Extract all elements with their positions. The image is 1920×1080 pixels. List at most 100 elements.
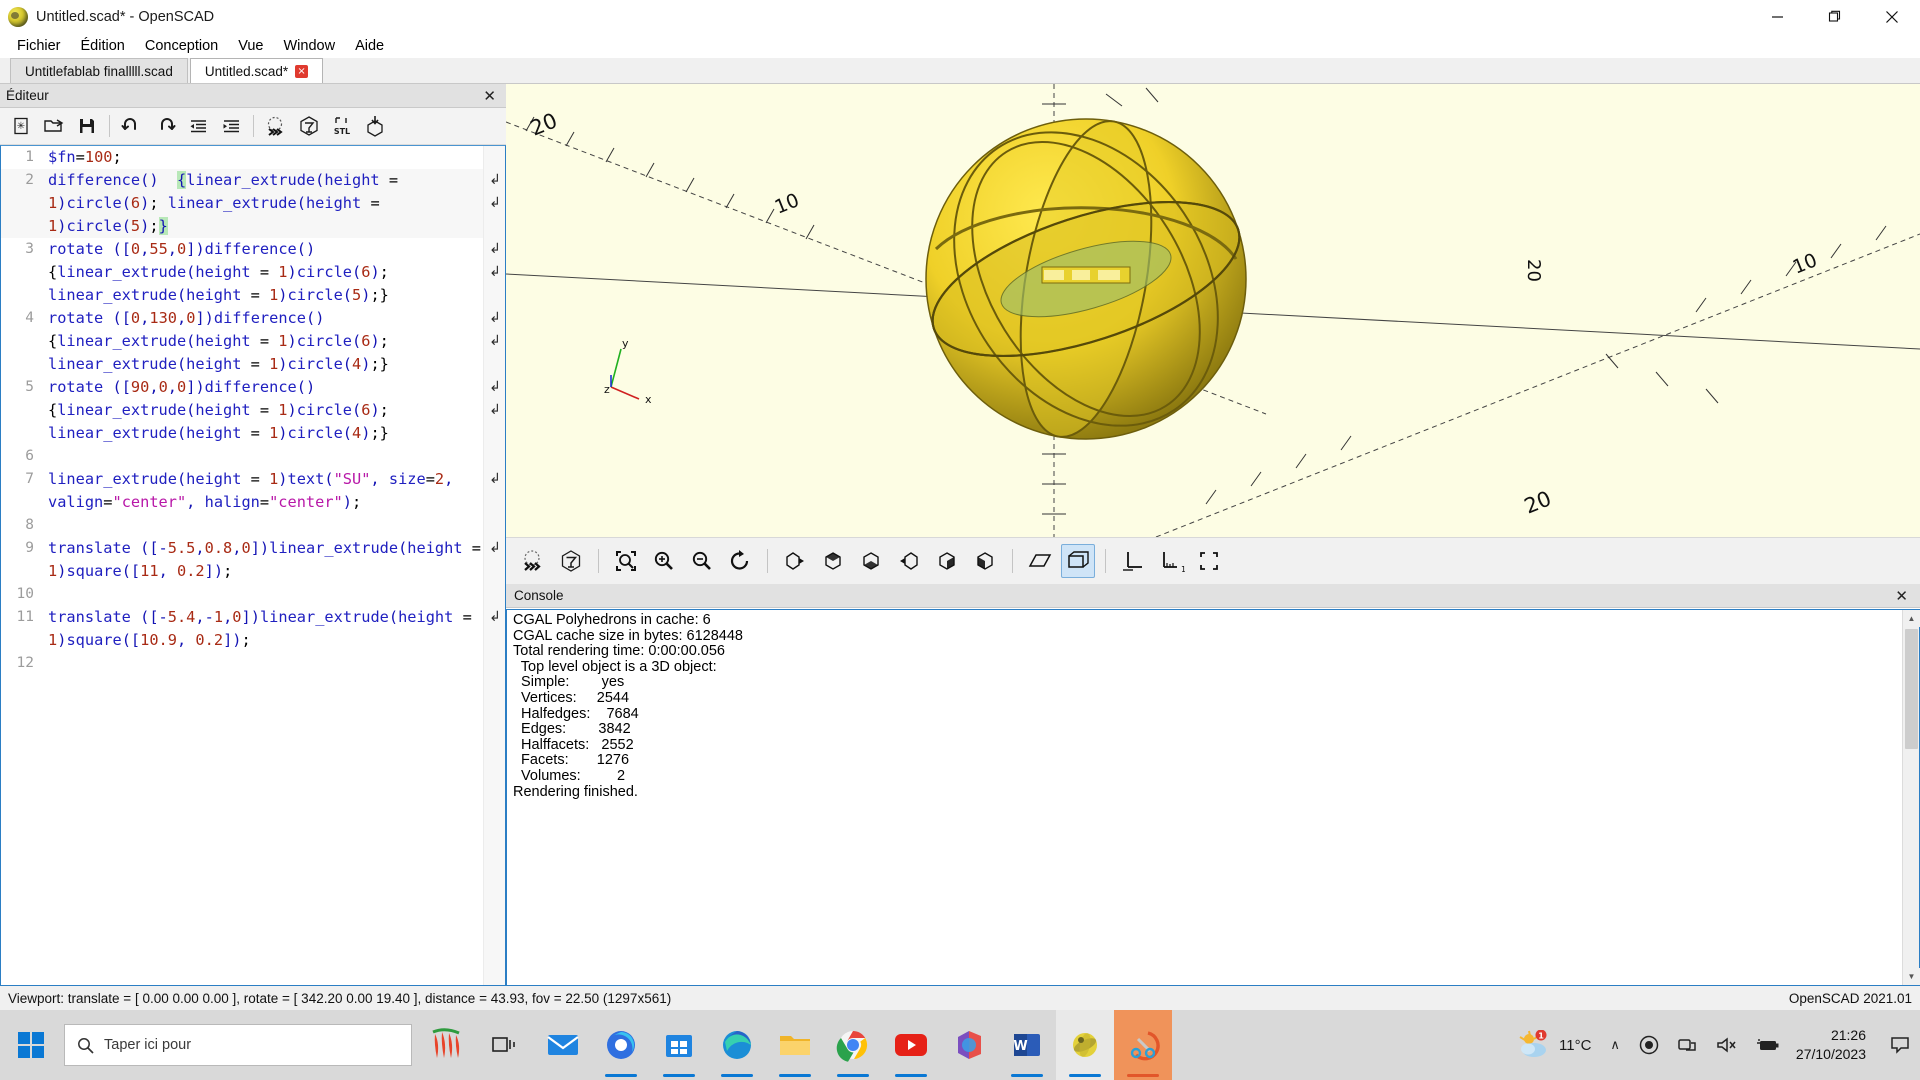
taskbar-item-word[interactable]: W (998, 1010, 1056, 1080)
console-body[interactable]: CGAL Polyhedrons in cache: 6 CGAL cache … (506, 609, 1920, 986)
line-number: 2 (25, 172, 34, 188)
task-view-icon (492, 1037, 515, 1052)
code-line-text[interactable]: translate ([-5.4,-1,0])linear_extrude(he… (41, 606, 505, 652)
top-view-button[interactable] (816, 544, 850, 578)
wrap-marker-icon: ↲ (489, 310, 501, 326)
code-line: 1 $fn=100; (1, 146, 505, 169)
show-hidden-icons-chevron-icon[interactable]: ∧ (1600, 1037, 1630, 1053)
reset-view-button[interactable] (723, 544, 757, 578)
taskbar-item-chrome[interactable] (824, 1010, 882, 1080)
preview-button[interactable] (261, 112, 291, 141)
editor-dock-header: Éditeur ✕ (0, 84, 506, 108)
taskbar-item-edge-dev[interactable] (592, 1010, 650, 1080)
bottom-view-button[interactable] (854, 544, 888, 578)
export-mesh-button[interactable] (360, 112, 390, 141)
redo-button[interactable] (150, 112, 180, 141)
taskbar-item-explorer[interactable] (766, 1010, 824, 1080)
code-line-text[interactable]: translate ([-5.5,0.8,0])linear_extrude(h… (41, 537, 505, 583)
perspective-button[interactable] (1023, 544, 1057, 578)
taskbar-item-snip[interactable] (1114, 1010, 1172, 1080)
maximize-button[interactable] (1806, 0, 1863, 33)
show-edges-button[interactable] (1192, 544, 1226, 578)
title-bar: Untitled.scad* - OpenSCAD (0, 0, 1920, 33)
indent-button[interactable] (216, 112, 246, 141)
code-line-text[interactable] (41, 583, 505, 606)
new-file-button[interactable]: ✳ (6, 112, 36, 141)
code-line-text[interactable]: $fn=100; (41, 146, 505, 169)
network-icon[interactable] (1668, 1035, 1706, 1055)
console-scrollbar[interactable]: ▲ ▼ (1902, 610, 1920, 985)
menu-fichier[interactable]: Fichier (8, 36, 70, 56)
undo-button[interactable] (117, 112, 147, 141)
volume-icon[interactable] (1706, 1035, 1746, 1055)
scroll-down-icon[interactable]: ▼ (1903, 968, 1920, 985)
taskbar-item-edge[interactable] (708, 1010, 766, 1080)
view-all-button[interactable] (609, 544, 643, 578)
show-axes-button[interactable] (1116, 544, 1150, 578)
preview-button[interactable] (516, 544, 550, 578)
zoom-out-button[interactable] (685, 544, 719, 578)
line-number: 12 (16, 655, 34, 671)
tab-untitlefablab[interactable]: Untitlefablab finalllll.scad (10, 58, 188, 83)
menu-aide[interactable]: Aide (346, 36, 393, 56)
close-button[interactable] (1863, 0, 1920, 33)
code-line-text[interactable]: difference() {linear_extrude(height = 1)… (41, 169, 505, 238)
taskbar-item-youtube[interactable] (882, 1010, 940, 1080)
taskbar-item-openscad[interactable] (1056, 1010, 1114, 1080)
export-stl-button[interactable]: STL (327, 112, 357, 141)
scroll-up-icon[interactable]: ▲ (1903, 610, 1920, 627)
wrap-marker-icon: ↲ (489, 264, 501, 280)
taskbar-apps: W (418, 1010, 1172, 1080)
code-editor[interactable]: 1 $fn=100; 2 difference() {linear_extrude(h… (0, 145, 506, 986)
notification-icon[interactable] (1880, 1035, 1920, 1055)
editor-dock-close-icon[interactable]: ✕ (479, 87, 500, 105)
taskbar-item-task-view[interactable] (476, 1010, 534, 1080)
battery-icon[interactable] (1746, 1035, 1790, 1055)
code-line-text[interactable]: rotate ([0,55,0])difference() {linear_ex… (41, 238, 505, 307)
onedrive-icon[interactable] (1630, 1035, 1668, 1055)
menu-vue[interactable]: Vue (229, 36, 272, 56)
origin-axes-indicator: x y z (604, 337, 652, 406)
svg-text:STL: STL (334, 127, 350, 136)
minimize-button[interactable] (1749, 0, 1806, 33)
search-input[interactable]: Taper ici pour (64, 1024, 412, 1066)
save-file-button[interactable] (72, 112, 102, 141)
code-content[interactable]: 1 $fn=100; 2 difference() {linear_extrude(h… (1, 146, 505, 985)
console-close-icon[interactable]: ✕ (1891, 587, 1912, 605)
tab-close-icon[interactable]: × (295, 64, 309, 78)
code-line-text[interactable] (41, 445, 505, 468)
code-line-text[interactable]: rotate ([90,0,0])difference() {linear_ex… (41, 376, 505, 445)
right-view-button[interactable] (778, 544, 812, 578)
front-view-button[interactable] (930, 544, 964, 578)
zoom-in-button[interactable] (647, 544, 681, 578)
menu-conception[interactable]: Conception (136, 36, 227, 56)
show-scale-markers-button[interactable]: 10 (1154, 544, 1188, 578)
open-file-button[interactable] (39, 112, 69, 141)
menu-window[interactable]: Window (274, 36, 344, 56)
taskbar-item-pepper[interactable] (418, 1010, 476, 1080)
taskbar-item-mail[interactable] (534, 1010, 592, 1080)
line-number: 8 (25, 517, 34, 533)
weather-widget[interactable]: 1 11°C (1508, 1029, 1600, 1060)
unindent-button[interactable] (183, 112, 213, 141)
taskbar-item-store[interactable] (650, 1010, 708, 1080)
version-label: OpenSCAD 2021.01 (1788, 990, 1912, 1006)
code-line-text[interactable] (41, 514, 505, 537)
code-line-text[interactable]: linear_extrude(height = 1)text("SU", siz… (41, 468, 505, 514)
orthogonal-button[interactable] (1061, 544, 1095, 578)
start-button[interactable] (0, 1010, 62, 1080)
scrollbar-thumb[interactable] (1905, 629, 1918, 749)
clock[interactable]: 21:26 27/10/2023 (1790, 1026, 1880, 1064)
taskbar-item-office[interactable] (940, 1010, 998, 1080)
left-view-button[interactable] (892, 544, 926, 578)
3d-viewport[interactable]: 20 10 10 20 20 x y z (506, 84, 1920, 537)
tab-untitled-scad[interactable]: Untitled.scad* × (189, 58, 324, 83)
render-button[interactable] (294, 112, 324, 141)
menu-edition[interactable]: Édition (72, 36, 134, 56)
wrap-marker-icon: ↲ (489, 609, 501, 625)
back-view-button[interactable] (968, 544, 1002, 578)
code-line: 6 (1, 445, 505, 468)
code-line-text[interactable]: rotate ([0,130,0])difference() {linear_e… (41, 307, 505, 376)
code-line-text[interactable] (41, 652, 505, 675)
render-button[interactable] (554, 544, 588, 578)
